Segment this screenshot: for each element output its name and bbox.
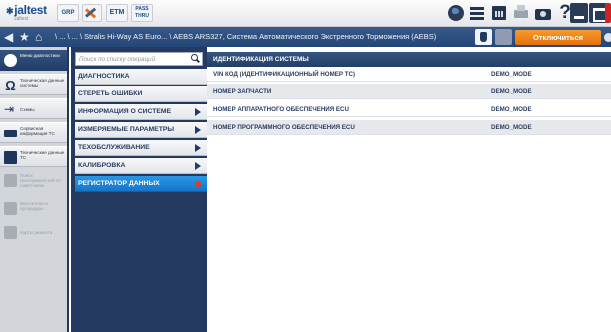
- close-button[interactable]: [605, 3, 611, 23]
- chevron-right-icon: [195, 144, 201, 152]
- sidebar-item-bulletins: Бюллетени и процедуры: [0, 198, 67, 219]
- hand-tool-button[interactable]: [475, 29, 492, 45]
- home-icon[interactable]: ⌂: [35, 30, 42, 44]
- operations-menu: ДИАГНОСТИКА СТЕРЕТЬ ОШИБКИ ИНФОРМАЦИЯ О …: [71, 47, 207, 332]
- jaltest-logo: ✱jaltest Jaltest: [6, 3, 47, 22]
- sidebar-item-label: Схемы: [20, 107, 35, 112]
- table-header-title: ИДЕНТИФИКАЦИЯ СИСТЕМЫ: [213, 56, 309, 63]
- table-row[interactable]: НОМЕР ЗАПЧАСТИ DEMO_MODE: [207, 84, 611, 99]
- printer-icon: [514, 5, 528, 18]
- sidebar-item-label: Техническая данные системы: [20, 78, 65, 89]
- menu-item-calibration[interactable]: КАЛИБРОВКА: [75, 158, 207, 174]
- sidebar-item-label: Технические данные ТС: [20, 150, 65, 161]
- row-value: DEMO_MODE: [491, 124, 532, 131]
- menu-item-label: РЕГИСТРАТОР ДАННЫХ: [78, 180, 160, 187]
- record-dot-icon: [195, 181, 201, 187]
- menu-item-label: ИНФОРМАЦИЯ О СИСТЕМЕ: [78, 108, 172, 115]
- table-header: ИДЕНТИФИКАЦИЯ СИСТЕМЫ: [207, 52, 611, 67]
- sidebar-item-label: Меню диагностики: [20, 53, 60, 58]
- table-row[interactable]: НОМЕР АППАРАТНОГО ОБЕСПЕЧЕНИЯ ECU DEMO_M…: [207, 102, 611, 117]
- sidebar-item-label: Сервисная информация ТС: [20, 126, 55, 137]
- row-value: DEMO_MODE: [491, 88, 532, 95]
- tools-button[interactable]: [82, 4, 102, 22]
- row-name: НОМЕР ЗАПЧАСТИ: [213, 88, 272, 95]
- repair-icon: [4, 226, 17, 239]
- row-value: DEMO_MODE: [491, 71, 532, 78]
- disconnect-button[interactable]: Отключиться: [515, 30, 601, 45]
- table-row[interactable]: НОМЕР ПРОГРАММНОГО ОБЕСПЕЧЕНИЯ ECU DEMO_…: [207, 120, 611, 135]
- operations-search[interactable]: [75, 52, 203, 66]
- chevron-right-icon: [195, 162, 201, 170]
- search-icon[interactable]: [190, 54, 200, 64]
- menu-item-system-info[interactable]: ИНФОРМАЦИЯ О СИСТЕМЕ: [75, 104, 207, 120]
- menu-item-label: ИЗМЕРЯЕМЫЕ ПАРАМЕТРЫ: [78, 126, 175, 133]
- chart-icon: [4, 151, 17, 164]
- sidebar-item-schemes[interactable]: ⇥ Схемы: [0, 98, 67, 119]
- row-name: НОМЕР АППАРАТНОГО ОБЕСПЕЧЕНИЯ ECU: [213, 106, 349, 113]
- omega-icon: Ω: [5, 78, 16, 93]
- group-button[interactable]: GRP: [57, 4, 79, 22]
- chevron-right-icon: [195, 108, 201, 116]
- bulletin-icon: [4, 202, 17, 215]
- menu-item-label: ТЕХОБСЛУЖИВАНИЕ: [78, 144, 150, 151]
- row-name: НОМЕР ПРОГРАММНОГО ОБЕСПЕЧЕНИЯ ECU: [213, 124, 355, 131]
- sidebar-item-system-data[interactable]: Ω Техническая данные системы: [0, 74, 67, 95]
- menu-item-diagnostics[interactable]: ДИАГНОСТИКА: [75, 69, 207, 85]
- sidebar-item-label: Карты ремонта: [20, 230, 53, 235]
- menu-item-label: КАЛИБРОВКА: [78, 162, 126, 169]
- sidebar-item-label: Поиск неисправностей по симптомам: [20, 173, 61, 189]
- etm-button[interactable]: ETM: [106, 4, 128, 22]
- row-name: VIN КОД (ИДЕНТИФИКАЦИОННЫЙ НОМЕР ТС): [213, 71, 356, 78]
- menu-item-label: СТЕРЕТЬ ОШИБКИ: [78, 90, 143, 97]
- back-arrow-icon[interactable]: ◀: [4, 30, 13, 44]
- logo-tagline: Jaltest: [14, 16, 29, 22]
- sidebar-item-service-info[interactable]: Сервисная информация ТС: [0, 122, 67, 143]
- pass-thru-line1: PASS: [135, 6, 149, 12]
- table-row[interactable]: VIN КОД (ИДЕНТИФИКАЦИОННЫЙ НОМЕР ТС) DEM…: [207, 67, 611, 82]
- print-button[interactable]: [511, 3, 531, 23]
- screenshot-button[interactable]: [533, 3, 553, 23]
- sidebar-item-troubleshooting: Поиск неисправностей по симптомам: [0, 170, 67, 197]
- minimize-button[interactable]: [570, 3, 588, 23]
- menu-item-data-recorder[interactable]: РЕГИСТРАТОР ДАННЫХ: [75, 176, 207, 192]
- list-button[interactable]: [467, 3, 487, 23]
- menu-item-label: ДИАГНОСТИКА: [78, 73, 130, 80]
- logo-text: jaltest: [14, 3, 47, 17]
- menu-item-parameters[interactable]: ИЗМЕРЯЕМЫЕ ПАРАМЕТРЫ: [75, 122, 207, 138]
- symptoms-icon: [4, 174, 17, 187]
- main-panel: ИДЕНТИФИКАЦИЯ СИСТЕМЫ VIN КОД (ИДЕНТИФИК…: [207, 47, 611, 332]
- calendar-button[interactable]: [489, 3, 509, 23]
- sidebar-item-repair-maps: Карты ремонта: [0, 222, 67, 243]
- row-value: DEMO_MODE: [491, 106, 532, 113]
- globe-button[interactable]: [446, 3, 466, 23]
- globe-icon: [448, 5, 464, 21]
- wrench-icon: [4, 54, 17, 67]
- search-input[interactable]: [79, 53, 187, 65]
- breadcrumb[interactable]: \ ... \ ... \ Stralis Hi-Way AS Euro... …: [55, 31, 467, 43]
- camera-icon: [535, 9, 551, 20]
- extra-nav-icon[interactable]: [604, 33, 611, 42]
- calendar-icon: [492, 6, 506, 20]
- sidebar-item-diagnostics-menu[interactable]: Меню диагностики: [0, 50, 67, 71]
- sidebar-item-label: Бюллетени и процедуры: [20, 201, 48, 212]
- pass-thru-line2: THRU: [135, 13, 149, 19]
- truck-icon: [4, 130, 17, 137]
- navigation-bar: ◀ ★ ⌂ \ ... \ ... \ Stralis Hi-Way AS Eu…: [0, 27, 611, 47]
- left-sidebar: Меню диагностики Ω Техническая данные си…: [0, 47, 69, 332]
- arrow-icon: ⇥: [4, 102, 15, 116]
- top-toolbar: ✱jaltest Jaltest GRP ETM PASS THRU ?: [0, 0, 611, 27]
- menu-item-clear-errors[interactable]: СТЕРЕТЬ ОШИБКИ: [75, 86, 207, 102]
- sidebar-item-technical-data[interactable]: Технические данные ТС: [0, 146, 67, 167]
- favorites-star-icon[interactable]: ★: [19, 30, 30, 44]
- chevron-right-icon: [195, 126, 201, 134]
- menu-item-maintenance[interactable]: ТЕХОБСЛУЖИВАНИЕ: [75, 140, 207, 156]
- disabled-nav-button: [495, 29, 512, 45]
- pass-thru-button[interactable]: PASS THRU: [131, 4, 153, 22]
